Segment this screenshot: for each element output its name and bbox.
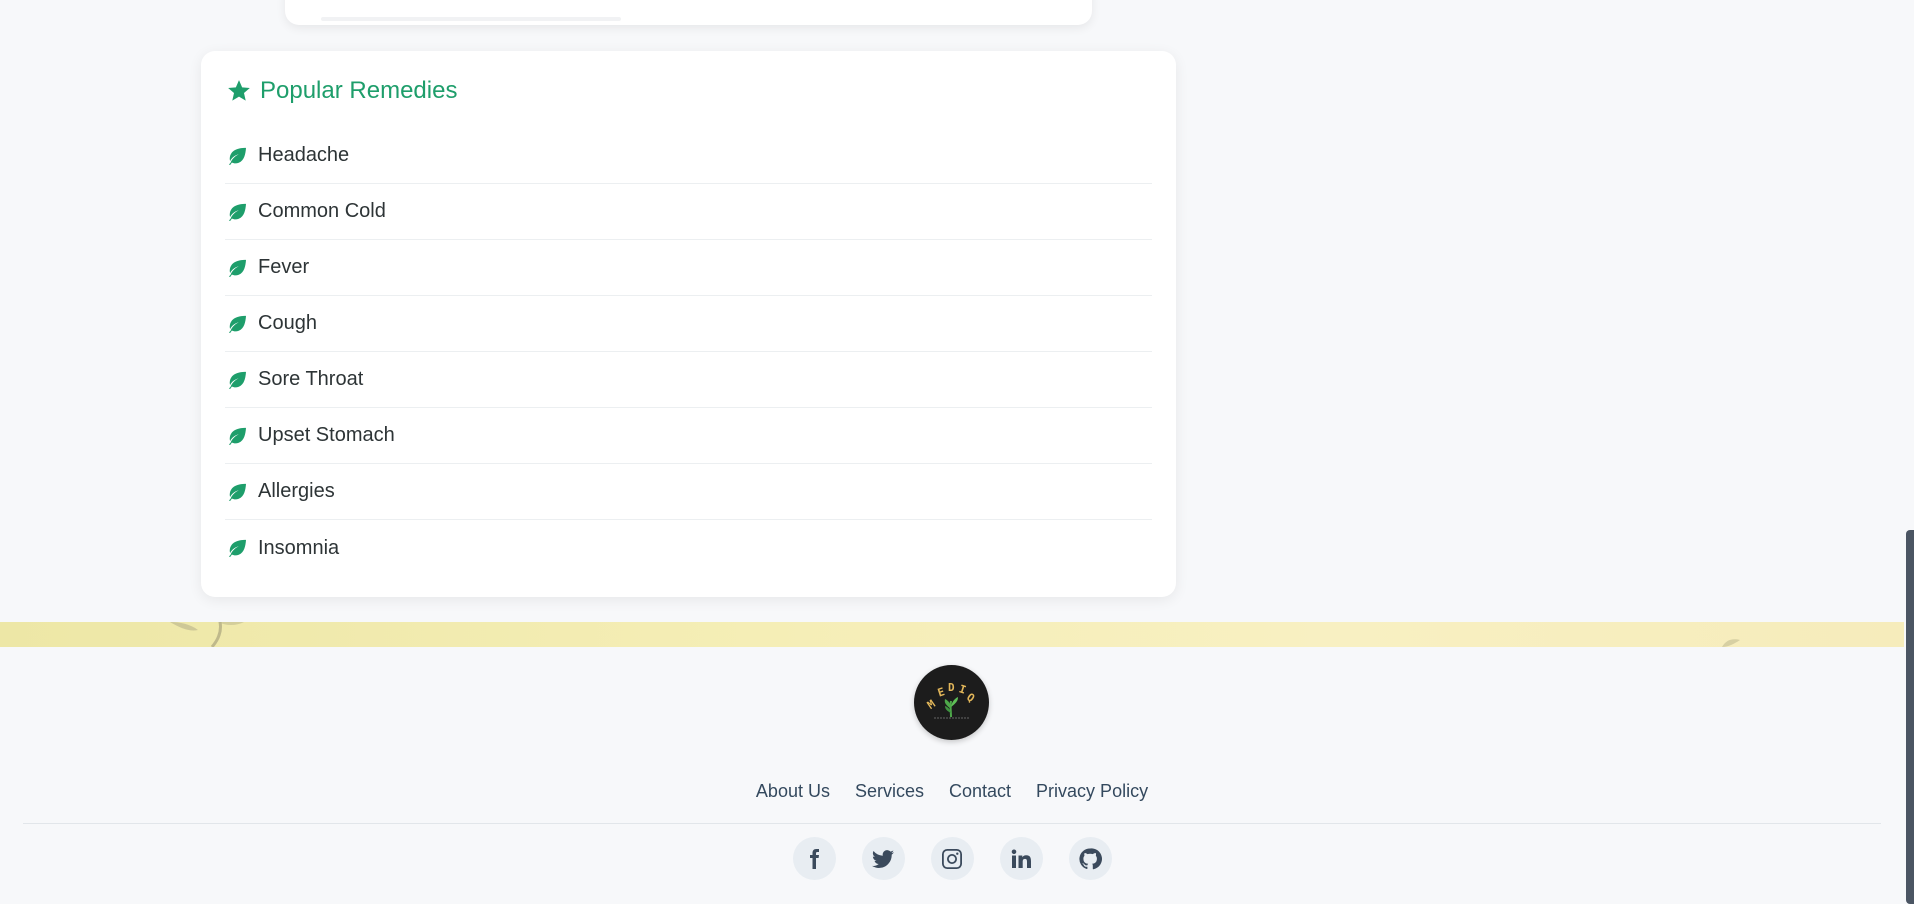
remedy-label[interactable]: Common Cold xyxy=(258,200,386,223)
star-icon xyxy=(228,80,250,101)
footer-link-services[interactable]: Services xyxy=(855,781,924,802)
remedy-item-sore-throat[interactable]: Sore Throat xyxy=(225,352,1152,408)
popular-remedies-card: Popular Remedies Headache Common Cold Fe… xyxy=(201,51,1176,597)
remedy-item-insomnia[interactable]: Insomnia xyxy=(225,520,1152,576)
remedy-list: Headache Common Cold Fever Cough Sore Th… xyxy=(225,128,1152,576)
leaf-icon xyxy=(228,315,246,333)
footer-link-contact[interactable]: Contact xyxy=(949,781,1011,802)
social-links xyxy=(0,837,1904,880)
leaf-icon xyxy=(228,203,246,221)
plant-sprig-decoration xyxy=(1722,639,1740,647)
linkedin-link[interactable] xyxy=(999,837,1043,880)
twitter-icon xyxy=(872,849,894,868)
github-link[interactable] xyxy=(1068,837,1112,880)
remedy-item-common-cold[interactable]: Common Cold xyxy=(225,184,1152,240)
svg-text:M: M xyxy=(925,697,938,712)
twitter-link[interactable] xyxy=(861,837,905,880)
remedy-label[interactable]: Allergies xyxy=(258,480,335,503)
remedy-label[interactable]: Sore Throat xyxy=(258,368,363,391)
footer-link-privacy-policy[interactable]: Privacy Policy xyxy=(1036,781,1148,802)
scrollbar-track[interactable] xyxy=(1904,0,1914,904)
leaf-icon xyxy=(228,427,246,445)
remedy-label[interactable]: Upset Stomach xyxy=(258,424,395,447)
leaf-icon xyxy=(228,147,246,165)
leaf-icon xyxy=(228,539,246,557)
leaf-icon xyxy=(228,259,246,277)
scrollbar-thumb[interactable] xyxy=(1906,530,1914,904)
footer-divider xyxy=(23,823,1881,824)
leaf-icon xyxy=(228,371,246,389)
svg-text:I: I xyxy=(957,682,967,696)
footer: M E D I Q About Us Services Contact Priv… xyxy=(0,647,1904,904)
facebook-icon xyxy=(810,848,819,869)
remedy-item-fever[interactable]: Fever xyxy=(225,240,1152,296)
github-icon xyxy=(1079,847,1102,869)
footer-link-about-us[interactable]: About Us xyxy=(756,781,830,802)
remedy-label[interactable]: Fever xyxy=(258,256,309,279)
card-header: Popular Remedies xyxy=(225,73,1152,109)
remedy-item-headache[interactable]: Headache xyxy=(225,128,1152,184)
instagram-icon xyxy=(942,848,962,869)
svg-text:D: D xyxy=(948,681,955,694)
footer-nav: About Us Services Contact Privacy Policy xyxy=(0,781,1904,802)
remedy-item-upset-stomach[interactable]: Upset Stomach xyxy=(225,408,1152,464)
remedy-item-allergies[interactable]: Allergies xyxy=(225,464,1152,520)
svg-text:Q: Q xyxy=(964,691,977,706)
plant-sprig-decoration xyxy=(170,622,244,647)
linkedin-icon xyxy=(1011,849,1031,868)
instagram-link[interactable] xyxy=(930,837,974,880)
card-title: Popular Remedies xyxy=(260,77,458,104)
mediq-logo[interactable]: M E D I Q xyxy=(914,665,989,740)
remedy-label[interactable]: Insomnia xyxy=(258,537,339,560)
remedy-label[interactable]: Cough xyxy=(258,312,317,335)
previous-card xyxy=(285,0,1092,25)
facebook-link[interactable] xyxy=(792,837,836,880)
remedy-item-cough[interactable]: Cough xyxy=(225,296,1152,352)
svg-text:E: E xyxy=(936,685,946,699)
leaf-icon xyxy=(228,483,246,501)
footer-banner xyxy=(0,622,1904,647)
logo-graphic: M E D I Q xyxy=(925,681,977,719)
previous-card-content xyxy=(321,17,621,21)
remedy-label[interactable]: Headache xyxy=(258,144,349,167)
